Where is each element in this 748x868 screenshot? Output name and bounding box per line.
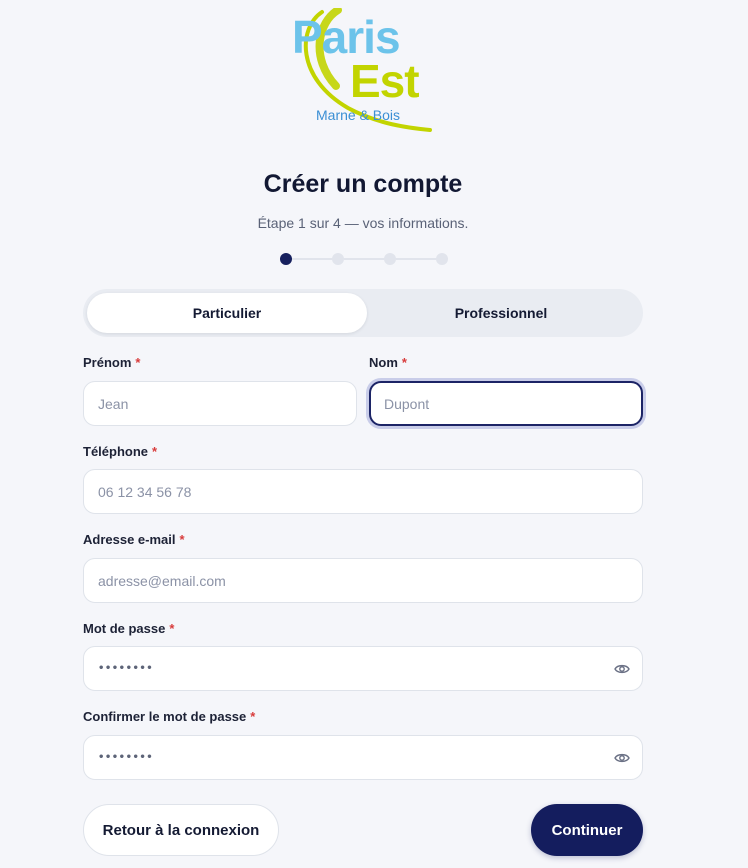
- step-subtitle: Étape 1 sur 4 — vos informations.: [257, 215, 469, 231]
- required-marker: *: [135, 355, 141, 370]
- signup-page: Paris Est Marne & Bois Créer un compte É…: [0, 0, 748, 868]
- step-dot-3: [384, 253, 396, 265]
- phone-label-text: Téléphone: [83, 444, 149, 459]
- first-name-field[interactable]: [83, 381, 357, 426]
- back-to-login-button[interactable]: Retour à la connexion: [83, 804, 279, 856]
- password-label: Mot de passe *: [83, 621, 174, 636]
- last-name-label: Nom *: [369, 355, 407, 370]
- email-label-text: Adresse e-mail: [83, 532, 176, 547]
- password-masked-value: ••••••••: [98, 663, 154, 674]
- password-label-text: Mot de passe: [83, 621, 166, 636]
- last-name-input[interactable]: [384, 395, 641, 412]
- step-connector: [292, 258, 332, 260]
- step-connector: [396, 258, 436, 260]
- step-progress: [280, 253, 450, 265]
- phone-input[interactable]: [98, 483, 642, 500]
- phone-label: Téléphone *: [83, 444, 157, 459]
- required-marker: *: [152, 444, 158, 459]
- first-name-input[interactable]: [98, 395, 356, 412]
- password-confirm-field[interactable]: ••••••••: [83, 735, 643, 780]
- password-confirm-masked-value: ••••••••: [98, 752, 154, 763]
- logo-text-paris: Paris: [292, 11, 401, 63]
- required-marker: *: [179, 532, 185, 547]
- email-field[interactable]: [83, 558, 643, 603]
- required-marker: *: [401, 355, 407, 370]
- email-input[interactable]: [98, 572, 642, 589]
- step-dot-4: [436, 253, 448, 265]
- password-field[interactable]: ••••••••: [83, 646, 643, 691]
- required-marker: *: [250, 709, 256, 724]
- required-marker: *: [169, 621, 175, 636]
- first-name-label: Prénom *: [83, 355, 140, 370]
- first-name-label-text: Prénom: [83, 355, 132, 370]
- eye-icon[interactable]: [614, 661, 630, 677]
- last-name-label-text: Nom: [369, 355, 398, 370]
- tab-particulier[interactable]: Particulier: [87, 293, 367, 333]
- page-title: Créer un compte: [263, 170, 463, 198]
- eye-icon[interactable]: [614, 750, 630, 766]
- last-name-field[interactable]: [369, 381, 643, 426]
- paris-est-logo: Paris Est Marne & Bois: [288, 8, 438, 134]
- step-dot-1: [280, 253, 292, 265]
- password-confirm-label-text: Confirmer le mot de passe: [83, 709, 247, 724]
- logo-text-est: Est: [350, 55, 420, 107]
- phone-field[interactable]: [83, 469, 643, 514]
- continue-button[interactable]: Continuer: [531, 804, 643, 856]
- logo-text-subtitle: Marne & Bois: [316, 107, 401, 123]
- step-dot-2: [332, 253, 344, 265]
- step-connector: [344, 258, 384, 260]
- password-confirm-label: Confirmer le mot de passe *: [83, 709, 255, 724]
- tab-professionnel[interactable]: Professionnel: [363, 293, 639, 333]
- email-label: Adresse e-mail *: [83, 532, 185, 547]
- account-type-toggle: Particulier Professionnel: [83, 289, 643, 337]
